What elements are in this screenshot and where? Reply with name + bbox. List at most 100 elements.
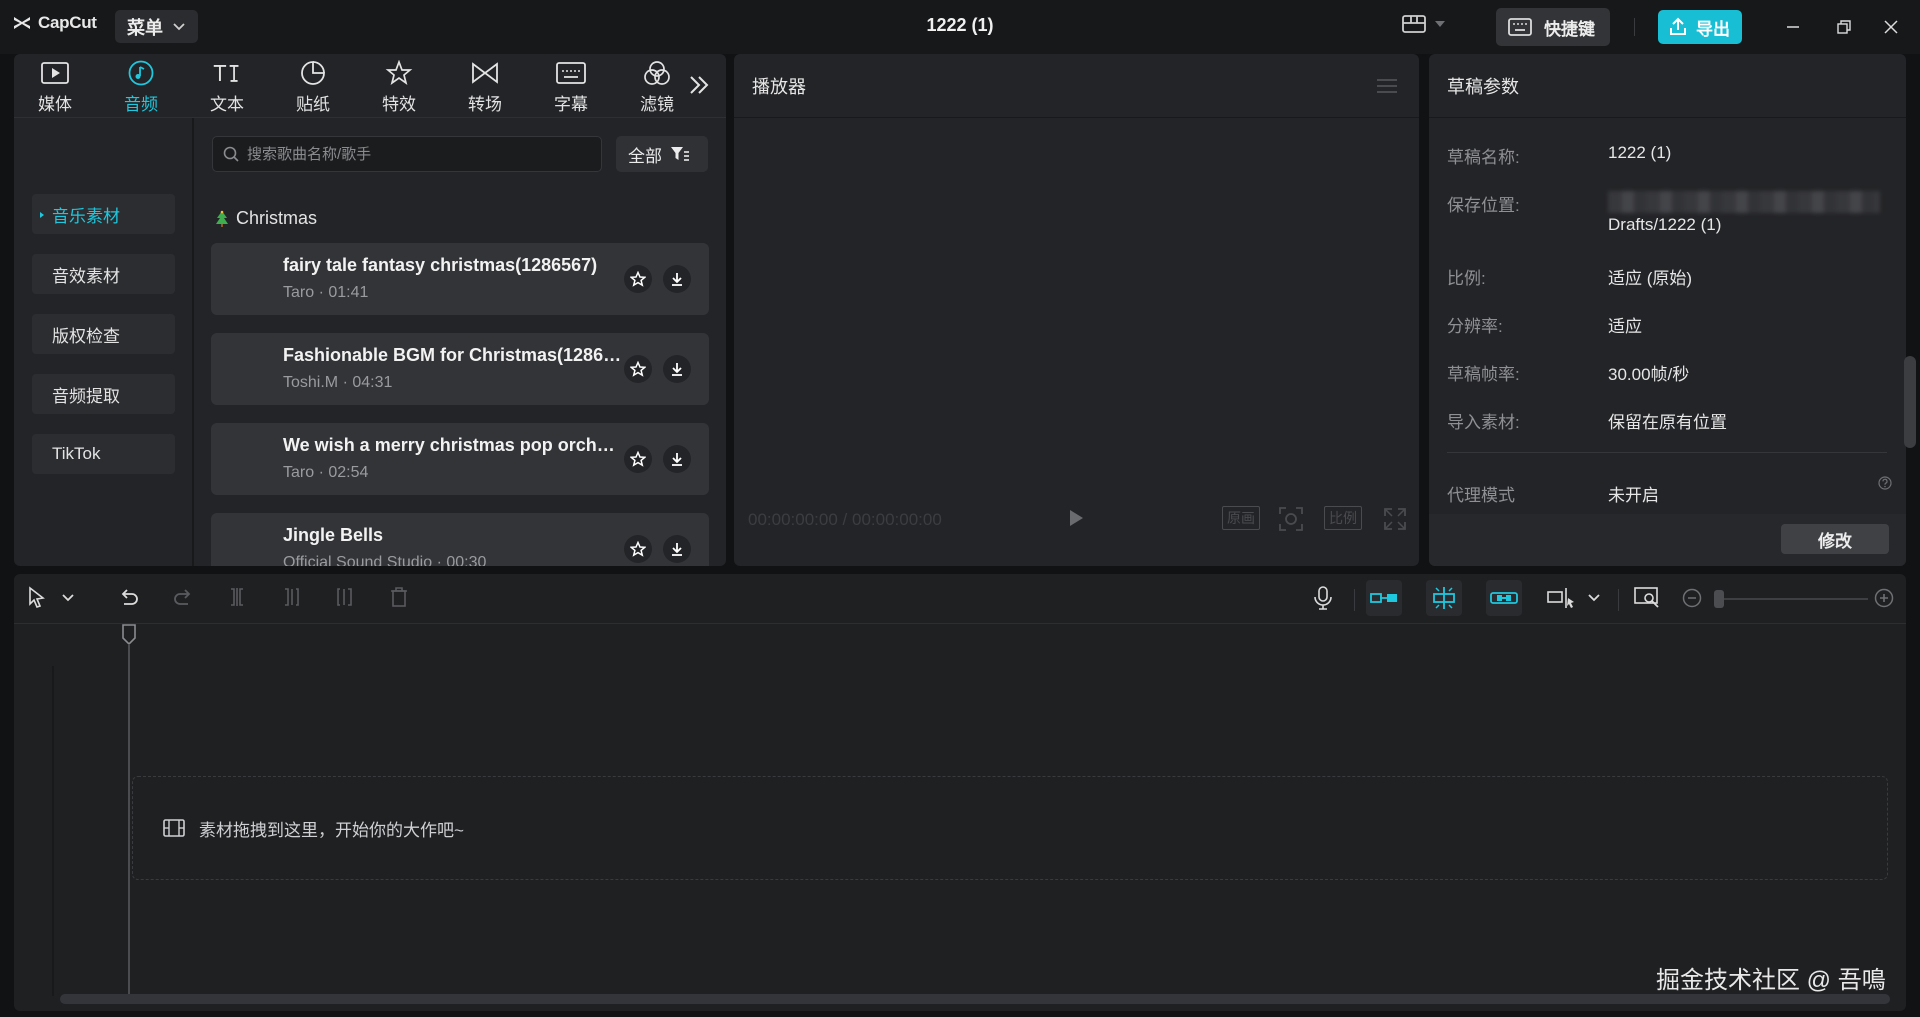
tab-filter[interactable]: 滤镜 <box>622 60 692 116</box>
aspect-ratio-button[interactable]: 比例 <box>1324 506 1362 530</box>
star-icon <box>630 361 646 377</box>
favorite-button[interactable] <box>624 445 652 473</box>
download-button[interactable] <box>663 355 691 383</box>
tab-effects[interactable]: 特效 <box>364 60 434 116</box>
zoom-slider-thumb[interactable] <box>1714 590 1724 608</box>
filter-all-button[interactable]: 全部 <box>616 136 708 172</box>
category-label: Christmas <box>236 208 318 228</box>
star-icon <box>630 451 646 467</box>
favorite-button[interactable] <box>624 355 652 383</box>
divider <box>1354 589 1355 611</box>
audio-icon <box>128 60 154 86</box>
tab-text[interactable]: 文本 <box>192 60 262 116</box>
zoom-in-icon <box>1874 588 1894 608</box>
fit-timeline-button[interactable] <box>1634 586 1660 608</box>
list-item[interactable]: Jingle Bells Official Sound Studio · 00:… <box>211 513 709 566</box>
favorite-button[interactable] <box>624 535 652 563</box>
trim-right-icon <box>337 588 352 606</box>
tab-media[interactable]: 媒体 <box>20 60 90 116</box>
more-tabs-button[interactable] <box>688 74 710 96</box>
tab-caption[interactable]: 字幕 <box>536 60 606 116</box>
track-title: Jingle Bells <box>283 525 384 545</box>
tab-label: 特效 <box>382 95 416 114</box>
playhead-handle[interactable] <box>121 624 137 646</box>
timeline-scrollbar[interactable] <box>60 994 1890 1004</box>
download-button[interactable] <box>663 445 691 473</box>
field-label: 导入素材: <box>1447 413 1520 432</box>
play-button[interactable] <box>1068 509 1084 527</box>
chain-link-icon <box>1490 592 1518 604</box>
draft-scrollbar[interactable] <box>1904 356 1916 448</box>
sidebar-item-copyright-check[interactable]: 版权检查 <box>32 314 175 354</box>
sidebar-item-audio-extract[interactable]: 音频提取 <box>32 374 175 414</box>
tab-transition[interactable]: 转场 <box>450 60 520 116</box>
snap-icon <box>1433 587 1455 609</box>
split-button[interactable] <box>226 586 248 608</box>
proxy-help-button[interactable] <box>1878 476 1892 490</box>
close-button[interactable] <box>1880 16 1902 38</box>
filter-funnel-icon <box>671 147 689 161</box>
main-menu-button[interactable]: 菜单 <box>115 10 198 43</box>
original-label: 原画 <box>1222 506 1260 530</box>
sidebar-item-label: 音乐素材 <box>52 206 120 226</box>
shortcut-button[interactable]: 快捷键 <box>1496 8 1610 46</box>
select-tool-dropdown[interactable] <box>62 594 74 602</box>
original-quality-button[interactable]: 原画 <box>1222 506 1260 530</box>
download-button[interactable] <box>663 265 691 293</box>
minimize-icon <box>1787 26 1799 28</box>
minimize-button[interactable] <box>1782 16 1804 38</box>
trim-left-button[interactable] <box>280 586 302 608</box>
search-input[interactable] <box>247 145 587 163</box>
redo-button[interactable] <box>172 586 194 608</box>
list-item[interactable]: We wish a merry christmas pop orchestra … <box>211 423 709 495</box>
zoom-in-button[interactable] <box>1874 588 1894 608</box>
tab-label: 音频 <box>124 95 158 114</box>
export-button[interactable]: 导出 <box>1658 10 1742 44</box>
star-icon <box>630 541 646 557</box>
panel-title: 草稿参数 <box>1447 76 1519 97</box>
zoom-slider-track[interactable] <box>1720 598 1868 600</box>
linkage-toggle[interactable] <box>1486 580 1522 616</box>
tab-audio[interactable]: 音频 <box>106 60 176 116</box>
total-time: 00:00:00:00 <box>851 510 942 529</box>
double-chevron-right-icon <box>690 76 709 94</box>
keyboard-icon <box>1508 18 1532 36</box>
auto-snap-toggle[interactable] <box>1426 580 1462 616</box>
trim-left-icon <box>285 588 299 606</box>
download-button[interactable] <box>663 535 691 563</box>
select-tool-button[interactable] <box>26 586 48 608</box>
modify-button[interactable]: 修改 <box>1781 524 1889 554</box>
sidebar-item-music[interactable]: 音乐素材 <box>32 194 175 234</box>
tab-sticker[interactable]: 贴纸 <box>278 60 348 116</box>
track-meta: Toshi.M · 04:31 <box>283 374 393 391</box>
effects-icon <box>385 60 413 86</box>
player-menu-button[interactable] <box>1377 78 1397 94</box>
sidebar-item-sound-effects[interactable]: 音效素材 <box>32 254 175 294</box>
main-track-magnet-toggle[interactable] <box>1366 580 1402 616</box>
music-search-box[interactable] <box>212 136 602 172</box>
screenshot-button[interactable] <box>1278 506 1304 532</box>
question-circle-icon <box>1878 476 1892 490</box>
preview-axis-dropdown[interactable] <box>1588 594 1600 602</box>
track-title: We wish a merry christmas pop orchestra <box>283 435 623 455</box>
fullscreen-button[interactable] <box>1384 508 1406 530</box>
capcut-logo-icon <box>14 17 30 29</box>
zoom-out-button[interactable] <box>1682 588 1702 608</box>
playhead-line <box>128 644 130 994</box>
list-item[interactable]: Fashionable BGM for Christmas(1286620) T… <box>211 333 709 405</box>
restore-button[interactable] <box>1833 16 1855 38</box>
layout-switch-button[interactable] <box>1402 14 1446 34</box>
record-audio-button[interactable] <box>1312 586 1334 610</box>
preview-axis-button[interactable] <box>1546 586 1576 610</box>
favorite-button[interactable] <box>624 265 652 293</box>
timeline-toolbar <box>14 574 1906 624</box>
timeline-drop-zone[interactable]: 素材拖拽到这里，开始你的大作吧~ <box>132 776 1888 880</box>
undo-button[interactable] <box>118 586 140 608</box>
list-item[interactable]: fairy tale fantasy christmas(1286567) Ta… <box>211 243 709 315</box>
redo-icon <box>174 589 191 605</box>
delete-button[interactable] <box>388 586 410 608</box>
trim-right-button[interactable] <box>334 586 356 608</box>
zoom-out-icon <box>1682 588 1702 608</box>
hamburger-menu-icon <box>1377 79 1397 93</box>
sidebar-item-tiktok[interactable]: TikTok <box>32 434 175 474</box>
